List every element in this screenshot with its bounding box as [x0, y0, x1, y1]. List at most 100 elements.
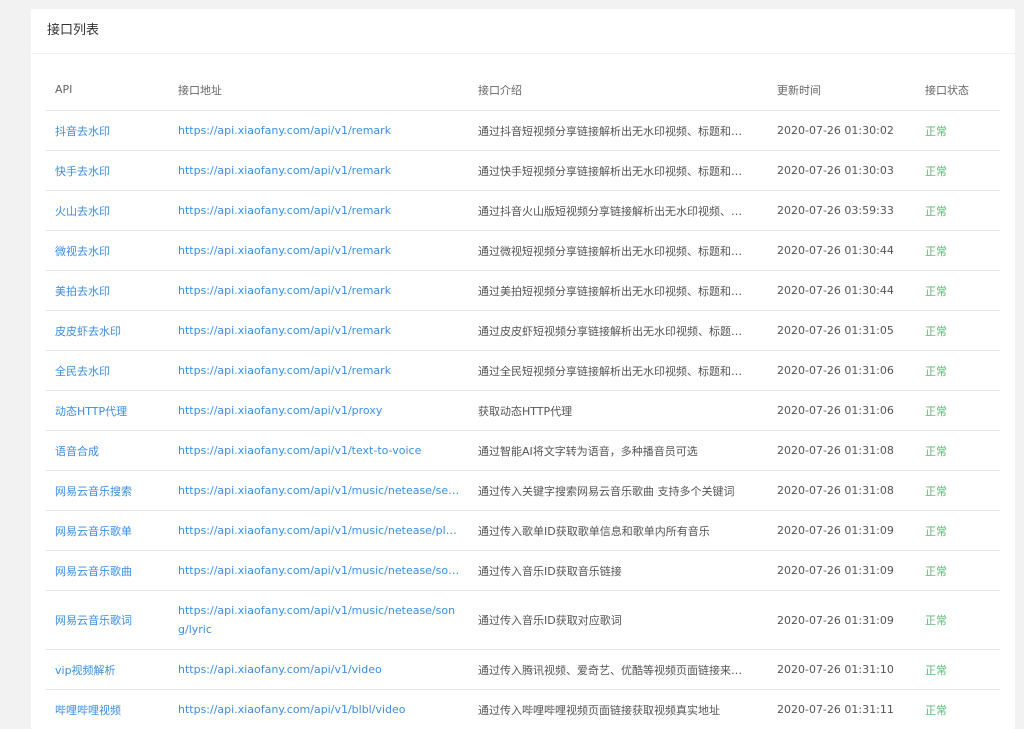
api-description: 通过全民短视频分享链接解析出无水印视频、标题和… — [469, 351, 768, 391]
column-header-url[interactable]: 接口地址 — [169, 69, 469, 111]
api-status-badge: 正常 — [916, 391, 1000, 431]
api-status-badge: 正常 — [916, 231, 1000, 271]
api-name-link[interactable]: 网易云音乐歌词 — [46, 591, 169, 650]
api-status-badge: 正常 — [916, 690, 1000, 729]
api-updated-time: 2020-07-26 01:30:44 — [768, 271, 916, 311]
api-url-link[interactable]: https://api.xiaofany.com/api/v1/text-to-… — [169, 431, 469, 471]
table-row: vip视频解析https://api.xiaofany.com/api/v1/v… — [46, 650, 1000, 690]
table-row: 火山去水印https://api.xiaofany.com/api/v1/rem… — [46, 191, 1000, 231]
api-name-link[interactable]: 哔哩哔哩视频 — [46, 690, 169, 729]
api-status-badge: 正常 — [916, 351, 1000, 391]
api-name-link[interactable]: 美拍去水印 — [46, 271, 169, 311]
api-list-card: 接口列表 API 接口地址 接口介绍 更新时间 接口状态 抖音去水印https:… — [31, 9, 1015, 729]
api-url-link[interactable]: https://api.xiaofany.com/api/v1/proxy — [169, 391, 469, 431]
api-updated-time: 2020-07-26 01:30:02 — [768, 111, 916, 151]
api-description: 通过传入音乐ID获取对应歌词 — [469, 591, 768, 650]
api-description: 通过抖音火山版短视频分享链接解析出无水印视频、… — [469, 191, 768, 231]
api-status-badge: 正常 — [916, 591, 1000, 650]
api-status-badge: 正常 — [916, 551, 1000, 591]
table-row: 哔哩哔哩视频https://api.xiaofany.com/api/v1/bl… — [46, 690, 1000, 729]
api-description: 通过传入腾讯视频、爱奇艺、优酷等视频页面链接来… — [469, 650, 768, 690]
table-body: 抖音去水印https://api.xiaofany.com/api/v1/rem… — [46, 111, 1000, 729]
table-header-row: API 接口地址 接口介绍 更新时间 接口状态 — [46, 69, 1000, 111]
table-row: 网易云音乐歌词https://api.xiaofany.com/api/v1/m… — [46, 591, 1000, 650]
api-status-badge: 正常 — [916, 271, 1000, 311]
api-name-link[interactable]: 抖音去水印 — [46, 111, 169, 151]
api-name-link[interactable]: 快手去水印 — [46, 151, 169, 191]
api-description: 通过微视短视频分享链接解析出无水印视频、标题和… — [469, 231, 768, 271]
api-status-badge: 正常 — [916, 471, 1000, 511]
card-title: 接口列表 — [31, 9, 1015, 54]
api-name-link[interactable]: 皮皮虾去水印 — [46, 311, 169, 351]
api-url-link[interactable]: https://api.xiaofany.com/api/v1/music/ne… — [169, 591, 469, 650]
api-name-link[interactable]: vip视频解析 — [46, 650, 169, 690]
api-name-link[interactable]: 网易云音乐歌单 — [46, 511, 169, 551]
api-status-badge: 正常 — [916, 431, 1000, 471]
table-row: 网易云音乐搜索https://api.xiaofany.com/api/v1/m… — [46, 471, 1000, 511]
api-url-link[interactable]: https://api.xiaofany.com/api/v1/remark — [169, 311, 469, 351]
table-row: 动态HTTP代理https://api.xiaofany.com/api/v1/… — [46, 391, 1000, 431]
api-url-link[interactable]: https://api.xiaofany.com/api/v1/remark — [169, 351, 469, 391]
api-name-link[interactable]: 全民去水印 — [46, 351, 169, 391]
api-updated-time: 2020-07-26 01:31:10 — [768, 650, 916, 690]
table-row: 微视去水印https://api.xiaofany.com/api/v1/rem… — [46, 231, 1000, 271]
api-description: 通过传入关键字搜索网易云音乐歌曲 支持多个关键词 — [469, 471, 768, 511]
api-status-badge: 正常 — [916, 191, 1000, 231]
api-name-link[interactable]: 火山去水印 — [46, 191, 169, 231]
api-description: 通过快手短视频分享链接解析出无水印视频、标题和… — [469, 151, 768, 191]
api-url-link[interactable]: https://api.xiaofany.com/api/v1/remark — [169, 231, 469, 271]
api-description: 通过传入哔哩哔哩视频页面链接获取视频真实地址 — [469, 690, 768, 729]
api-url-link[interactable]: https://api.xiaofany.com/api/v1/remark — [169, 271, 469, 311]
api-updated-time: 2020-07-26 01:30:44 — [768, 231, 916, 271]
api-url-link[interactable]: https://api.xiaofany.com/api/v1/remark — [169, 151, 469, 191]
column-header-status[interactable]: 接口状态 — [916, 69, 1000, 111]
api-name-link[interactable]: 语音合成 — [46, 431, 169, 471]
table-row: 网易云音乐歌曲https://api.xiaofany.com/api/v1/m… — [46, 551, 1000, 591]
api-url-link[interactable]: https://api.xiaofany.com/api/v1/music/ne… — [169, 471, 469, 511]
api-url-link[interactable]: https://api.xiaofany.com/api/v1/music/ne… — [169, 511, 469, 551]
api-description: 通过传入音乐ID获取音乐链接 — [469, 551, 768, 591]
api-url-link[interactable]: https://api.xiaofany.com/api/v1/remark — [169, 111, 469, 151]
api-table: API 接口地址 接口介绍 更新时间 接口状态 抖音去水印https://api… — [46, 69, 1000, 729]
api-updated-time: 2020-07-26 01:30:03 — [768, 151, 916, 191]
api-updated-time: 2020-07-26 03:59:33 — [768, 191, 916, 231]
api-updated-time: 2020-07-26 01:31:09 — [768, 551, 916, 591]
api-description: 通过抖音短视频分享链接解析出无水印视频、标题和… — [469, 111, 768, 151]
table-row: 美拍去水印https://api.xiaofany.com/api/v1/rem… — [46, 271, 1000, 311]
table-row: 网易云音乐歌单https://api.xiaofany.com/api/v1/m… — [46, 511, 1000, 551]
table-row: 语音合成https://api.xiaofany.com/api/v1/text… — [46, 431, 1000, 471]
api-updated-time: 2020-07-26 01:31:06 — [768, 351, 916, 391]
api-name-link[interactable]: 微视去水印 — [46, 231, 169, 271]
api-description: 通过皮皮虾短视频分享链接解析出无水印视频、标题… — [469, 311, 768, 351]
api-updated-time: 2020-07-26 01:31:08 — [768, 431, 916, 471]
api-updated-time: 2020-07-26 01:31:09 — [768, 591, 916, 650]
column-header-api[interactable]: API — [46, 69, 169, 111]
column-header-description[interactable]: 接口介绍 — [469, 69, 768, 111]
api-status-badge: 正常 — [916, 111, 1000, 151]
api-updated-time: 2020-07-26 01:31:06 — [768, 391, 916, 431]
api-description: 通过美拍短视频分享链接解析出无水印视频、标题和… — [469, 271, 768, 311]
table-row: 抖音去水印https://api.xiaofany.com/api/v1/rem… — [46, 111, 1000, 151]
table-row: 全民去水印https://api.xiaofany.com/api/v1/rem… — [46, 351, 1000, 391]
api-url-link[interactable]: https://api.xiaofany.com/api/v1/remark — [169, 191, 469, 231]
api-status-badge: 正常 — [916, 650, 1000, 690]
api-url-link[interactable]: https://api.xiaofany.com/api/v1/video — [169, 650, 469, 690]
api-status-badge: 正常 — [916, 311, 1000, 351]
api-url-link[interactable]: https://api.xiaofany.com/api/v1/music/ne… — [169, 551, 469, 591]
column-header-updated-time[interactable]: 更新时间 — [768, 69, 916, 111]
api-description: 通过传入歌单ID获取歌单信息和歌单内所有音乐 — [469, 511, 768, 551]
api-updated-time: 2020-07-26 01:31:08 — [768, 471, 916, 511]
api-status-badge: 正常 — [916, 151, 1000, 191]
api-url-link[interactable]: https://api.xiaofany.com/api/v1/blbl/vid… — [169, 690, 469, 729]
table-row: 皮皮虾去水印https://api.xiaofany.com/api/v1/re… — [46, 311, 1000, 351]
api-updated-time: 2020-07-26 01:31:09 — [768, 511, 916, 551]
table-row: 快手去水印https://api.xiaofany.com/api/v1/rem… — [46, 151, 1000, 191]
api-name-link[interactable]: 动态HTTP代理 — [46, 391, 169, 431]
api-description: 通过智能AI将文字转为语音，多种播音员可选 — [469, 431, 768, 471]
api-updated-time: 2020-07-26 01:31:05 — [768, 311, 916, 351]
api-name-link[interactable]: 网易云音乐搜索 — [46, 471, 169, 511]
api-status-badge: 正常 — [916, 511, 1000, 551]
api-name-link[interactable]: 网易云音乐歌曲 — [46, 551, 169, 591]
api-description: 获取动态HTTP代理 — [469, 391, 768, 431]
api-updated-time: 2020-07-26 01:31:11 — [768, 690, 916, 729]
